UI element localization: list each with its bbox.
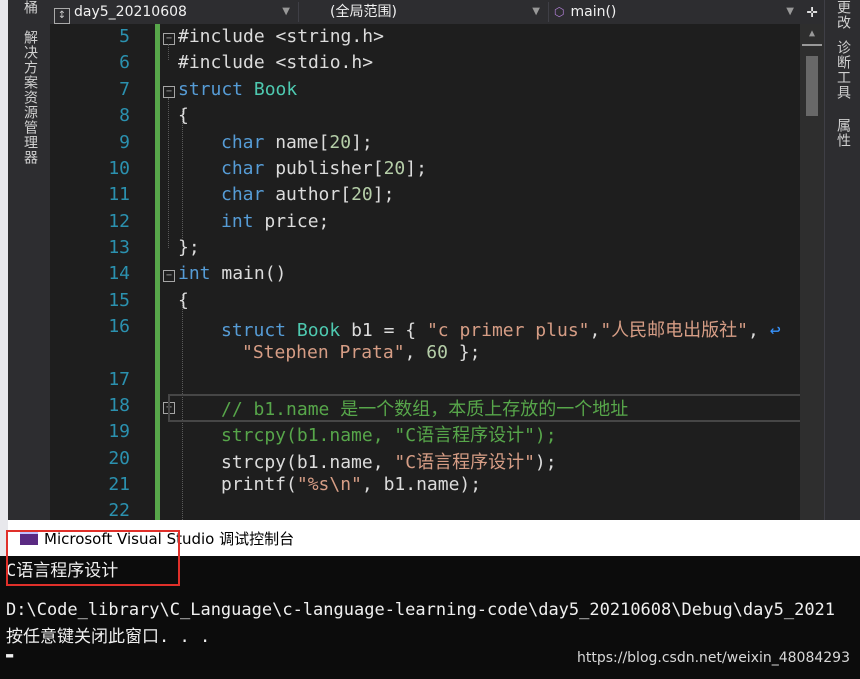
code-line: };	[178, 237, 200, 258]
line-number: 6	[119, 52, 130, 73]
project-dropdown[interactable]: ↕ day5_20210608 ▼	[54, 2, 294, 24]
fold-toggle[interactable]: −	[163, 86, 175, 98]
string-literal: "c primer plus"	[426, 320, 590, 341]
code-line: {	[178, 105, 189, 126]
chevron-down-icon: ▼	[282, 6, 290, 17]
code-line: char author[20];	[221, 184, 395, 205]
line-number: 14	[108, 263, 130, 284]
line-number: 20	[108, 448, 130, 469]
line-number: 9	[119, 132, 130, 153]
keyword: struct	[221, 320, 287, 341]
fold-toggle[interactable]: −	[163, 33, 175, 45]
project-label: day5_20210608	[74, 4, 187, 20]
code-line: struct Book	[178, 79, 297, 100]
divider	[548, 2, 549, 22]
code-line: struct Book b1 = { "c primer plus","人民邮电…	[221, 320, 781, 341]
divider	[298, 2, 299, 22]
code-line: char name[20];	[221, 132, 373, 153]
code-line: #include <stdio.h>	[178, 52, 374, 73]
console-path-line: D:\Code_library\C_Language\c-language-le…	[6, 600, 836, 620]
tab-solution-explorer[interactable]: 解决方案资源管理器	[20, 30, 40, 165]
line-number: 7	[119, 79, 130, 100]
code-line: int price;	[221, 211, 330, 232]
line-number: 8	[119, 105, 130, 126]
code-editor[interactable]: 5 6 7 8 9 10 11 12 13 14 15 16 17 18 19 …	[50, 24, 800, 520]
line-number: 22	[108, 500, 130, 520]
tab-diagnostic-tools[interactable]: 诊断工具	[833, 40, 853, 100]
scrollbar-thumb[interactable]	[806, 56, 818, 116]
line-number: 16	[108, 316, 130, 337]
code-line: char publisher[20];	[221, 158, 427, 179]
scope-dropdown[interactable]: (全局范围) ▼	[304, 2, 544, 22]
line-number: 15	[108, 290, 130, 311]
code-line: printf("%s\n", b1.name);	[221, 474, 482, 495]
line-number: 10	[108, 158, 130, 179]
navigation-bar: ↕ day5_20210608 ▼ (全局范围) ▼ ⬡ main() ▼	[50, 0, 800, 25]
string-literal: "%s\n"	[296, 474, 362, 495]
right-sidebar: 更改 诊断工具 属性	[824, 0, 860, 520]
code-line: strcpy(b1.name, "C语言程序设计");	[221, 452, 557, 473]
line-number: 18	[108, 395, 130, 416]
code-line: "Stephen Prata", 60 };	[242, 342, 481, 363]
left-sidebar-top-label: 桶	[22, 0, 38, 15]
string-literal: "C语言程序设计"	[394, 452, 535, 473]
line-number: 19	[108, 421, 130, 442]
string-literal: "Stephen Prata"	[242, 342, 405, 363]
right-sidebar-top-label: 更改	[835, 0, 851, 30]
code-comment: strcpy(b1.name, "C语言程序设计");	[221, 425, 557, 446]
split-window-button[interactable]: ✛	[800, 0, 824, 24]
type-name: Book	[296, 320, 341, 341]
code-comment: // b1.name 是一个数组，本质上存放的一个地址	[221, 399, 629, 420]
string-literal: "人民邮电出版社"	[600, 320, 749, 341]
cube-icon: ⬡	[554, 5, 565, 19]
line-number: 5	[119, 26, 130, 47]
highlight-annotation-box	[6, 530, 180, 586]
left-sidebar: 桶 解决方案资源管理器	[8, 0, 51, 520]
console-cursor: ▬	[6, 648, 14, 662]
code-line: #include <string.h>	[178, 26, 384, 47]
line-number: 13	[108, 237, 130, 258]
project-icon: ↕	[54, 8, 70, 24]
line-number: 17	[108, 369, 130, 390]
chevron-down-icon: ▼	[532, 6, 540, 17]
scope-label: (全局范围)	[330, 4, 397, 20]
fold-line	[168, 44, 169, 60]
line-number: 12	[108, 211, 130, 232]
keyword: char	[221, 184, 265, 205]
scroll-up-icon[interactable]: ▲	[800, 28, 824, 39]
keyword: int	[221, 211, 254, 232]
code-line: int main()	[178, 263, 287, 284]
code-line: {	[178, 290, 189, 311]
keyword: int	[178, 263, 211, 284]
tab-properties[interactable]: 属性	[833, 118, 853, 148]
keyword: struct	[178, 79, 244, 100]
type-name: Book	[253, 79, 298, 100]
line-number: 21	[108, 474, 130, 495]
member-dropdown[interactable]: ⬡ main() ▼	[554, 2, 798, 22]
fold-line	[168, 98, 169, 248]
word-wrap-icon: ↩	[769, 320, 781, 341]
watermark: https://blog.csdn.net/weixin_48084293	[576, 650, 850, 666]
keyword: char	[221, 132, 265, 153]
indent-guide	[182, 108, 183, 238]
console-prompt-line: 按任意键关闭此窗口. . .	[6, 627, 211, 647]
fold-toggle[interactable]: −	[163, 270, 175, 282]
member-label: main()	[570, 4, 617, 20]
line-number: 11	[108, 184, 130, 205]
keyword: char	[221, 158, 265, 179]
chevron-down-icon: ▼	[786, 6, 794, 17]
change-tracking-bar	[155, 24, 160, 520]
split-handle[interactable]	[802, 44, 822, 46]
